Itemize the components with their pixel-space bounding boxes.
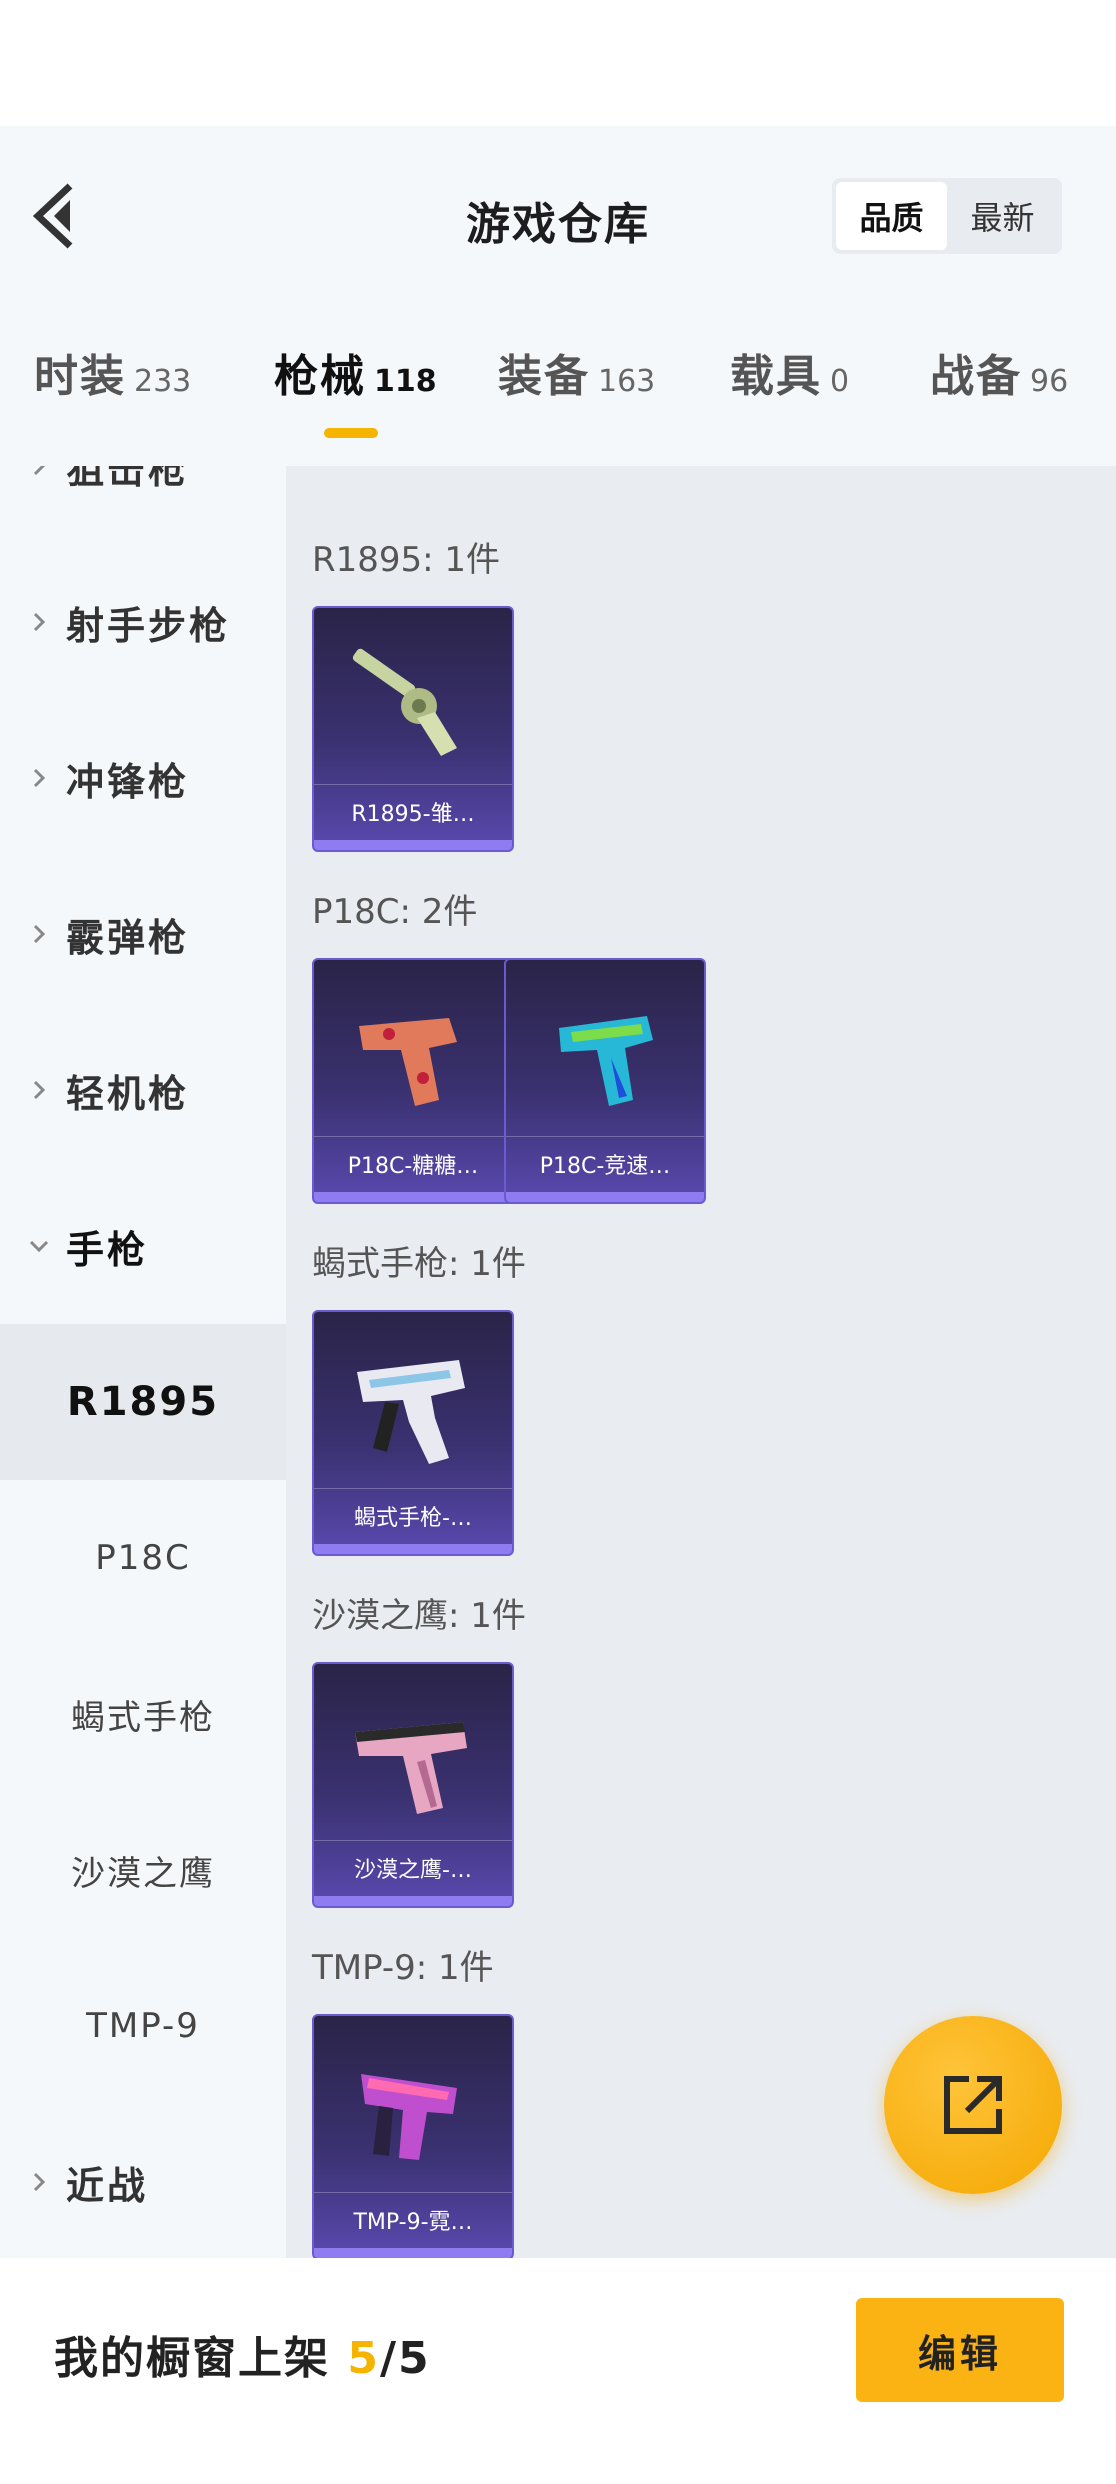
category-sniper[interactable]: 狙击枪 [0, 466, 286, 544]
category-label: 霰弹枪 [66, 915, 190, 960]
chevron-right-icon [33, 612, 46, 632]
rarity-bar [314, 1544, 512, 1554]
tab-label: 载具 [730, 351, 822, 402]
rarity-bar [314, 1192, 512, 1202]
weapon-category-sidebar[interactable]: 狙击枪 射手步枪 冲锋枪 霰弹枪 轻机枪 手枪 R1895 P18C 蝎式手枪 … [0, 466, 286, 2258]
sidebar-item-tmp9[interactable]: TMP-9 [0, 1948, 286, 2104]
rarity-bar [314, 1896, 512, 1906]
tab-count: 96 [1030, 364, 1069, 399]
tab-count: 233 [134, 364, 192, 399]
category-label: 狙击枪 [66, 466, 190, 492]
group-title: 蝎式手枪: 1件 [312, 1244, 526, 1284]
tab-count: 163 [598, 364, 656, 399]
share-external-icon [944, 2076, 1002, 2134]
chevron-right-icon [33, 2172, 46, 2192]
item-list[interactable]: R1895: 1件 R1895-雏… P18C: 2件 P18C-糖糖… P18… [286, 466, 1116, 2258]
tab-label: 时装 [34, 351, 126, 402]
showcase-label: 我的橱窗上架 [54, 2333, 330, 2384]
revolver-icon [352, 648, 457, 756]
item-name: R1895-雏… [314, 784, 512, 838]
tab-count: 0 [830, 364, 850, 399]
group-title: R1895: 1件 [312, 540, 501, 580]
tab-vehicles[interactable]: 载具 0 [730, 340, 849, 440]
rarity-bar [506, 1192, 704, 1202]
item-name: TMP-9-霓… [314, 2192, 512, 2246]
item-name: 沙漠之鹰-… [314, 1840, 512, 1894]
status-bar [0, 0, 1116, 126]
category-label: 冲锋枪 [66, 759, 190, 804]
tab-label: 枪械 [274, 351, 366, 402]
sidebar-item-p18c[interactable]: P18C [0, 1480, 286, 1636]
group-title: TMP-9: 1件 [312, 1948, 494, 1988]
chevron-right-icon [33, 768, 46, 788]
tab-label: 装备 [498, 351, 590, 402]
showcase-total: /5 [379, 2333, 431, 2384]
rarity-bar [314, 840, 512, 850]
tab-supplies[interactable]: 战备 96 [930, 340, 1068, 440]
item-name: P18C-竞速… [506, 1136, 704, 1190]
item-card[interactable]: 沙漠之鹰-… [312, 1662, 514, 1908]
pistol-red-icon [359, 1018, 457, 1106]
app-root: 游戏仓库 品质 最新 时装 233 枪械 118 装备 163 载具 0 战备 … [0, 0, 1116, 2484]
category-label: 近战 [66, 2163, 149, 2208]
smg-icon [361, 2074, 457, 2160]
category-label: 手枪 [66, 1227, 149, 1272]
showcase-status: 我的橱窗上架 5/5 [54, 2322, 431, 2386]
sort-toggle[interactable]: 品质 最新 [832, 178, 1062, 254]
tab-count: 118 [374, 364, 437, 399]
share-button[interactable] [884, 2016, 1062, 2194]
sidebar-item-r1895[interactable]: R1895 [0, 1324, 286, 1480]
bottom-bar: 我的橱窗上架 5/5 编辑 [0, 2258, 1116, 2484]
chevron-right-icon [33, 1080, 46, 1100]
item-card[interactable]: 蝎式手枪-… [312, 1310, 514, 1556]
item-card[interactable]: P18C-糖糖… [312, 958, 514, 1204]
tab-firearms[interactable]: 枪械 118 [274, 340, 437, 440]
category-smg[interactable]: 冲锋枪 [0, 700, 286, 856]
edit-button[interactable]: 编辑 [856, 2298, 1064, 2402]
group-title: 沙漠之鹰: 1件 [312, 1596, 526, 1636]
group-title: P18C: 2件 [312, 892, 478, 932]
showcase-current: 5 [347, 2333, 380, 2384]
sidebar-item-scorpion[interactable]: 蝎式手枪 [0, 1636, 286, 1792]
rarity-bar [314, 2248, 512, 2258]
item-name: 蝎式手枪-… [314, 1488, 512, 1542]
pistol-blue-icon [559, 1016, 653, 1106]
chevron-right-icon [33, 466, 46, 476]
tab-label: 战备 [930, 351, 1022, 402]
item-card[interactable]: R1895-雏… [312, 606, 514, 852]
item-name: P18C-糖糖… [314, 1136, 512, 1190]
category-label: 轻机枪 [66, 1071, 190, 1116]
category-pistol[interactable]: 手枪 [0, 1168, 286, 1324]
category-lmg[interactable]: 轻机枪 [0, 1012, 286, 1168]
sidebar-item-desert-eagle[interactable]: 沙漠之鹰 [0, 1792, 286, 1948]
sort-option-quality[interactable]: 品质 [836, 182, 947, 250]
sort-option-latest[interactable]: 最新 [947, 182, 1058, 250]
item-card[interactable]: P18C-竞速… [504, 958, 706, 1204]
chevron-right-icon [33, 924, 46, 944]
item-card[interactable]: TMP-9-霓… [312, 2014, 514, 2258]
category-shotgun[interactable]: 霰弹枪 [0, 856, 286, 1012]
deagle-icon [355, 1722, 467, 1814]
category-dmr[interactable]: 射手步枪 [0, 544, 286, 700]
active-tab-indicator [324, 428, 378, 438]
tab-equipment[interactable]: 装备 163 [498, 340, 655, 440]
chevron-down-icon [29, 1240, 49, 1253]
category-melee[interactable]: 近战 [0, 2104, 286, 2258]
category-tabs: 时装 233 枪械 118 装备 163 载具 0 战备 96 [0, 340, 1116, 440]
category-label: 射手步枪 [66, 603, 231, 648]
scorpion-icon [357, 1360, 465, 1464]
tab-fashion[interactable]: 时装 233 [34, 340, 191, 440]
